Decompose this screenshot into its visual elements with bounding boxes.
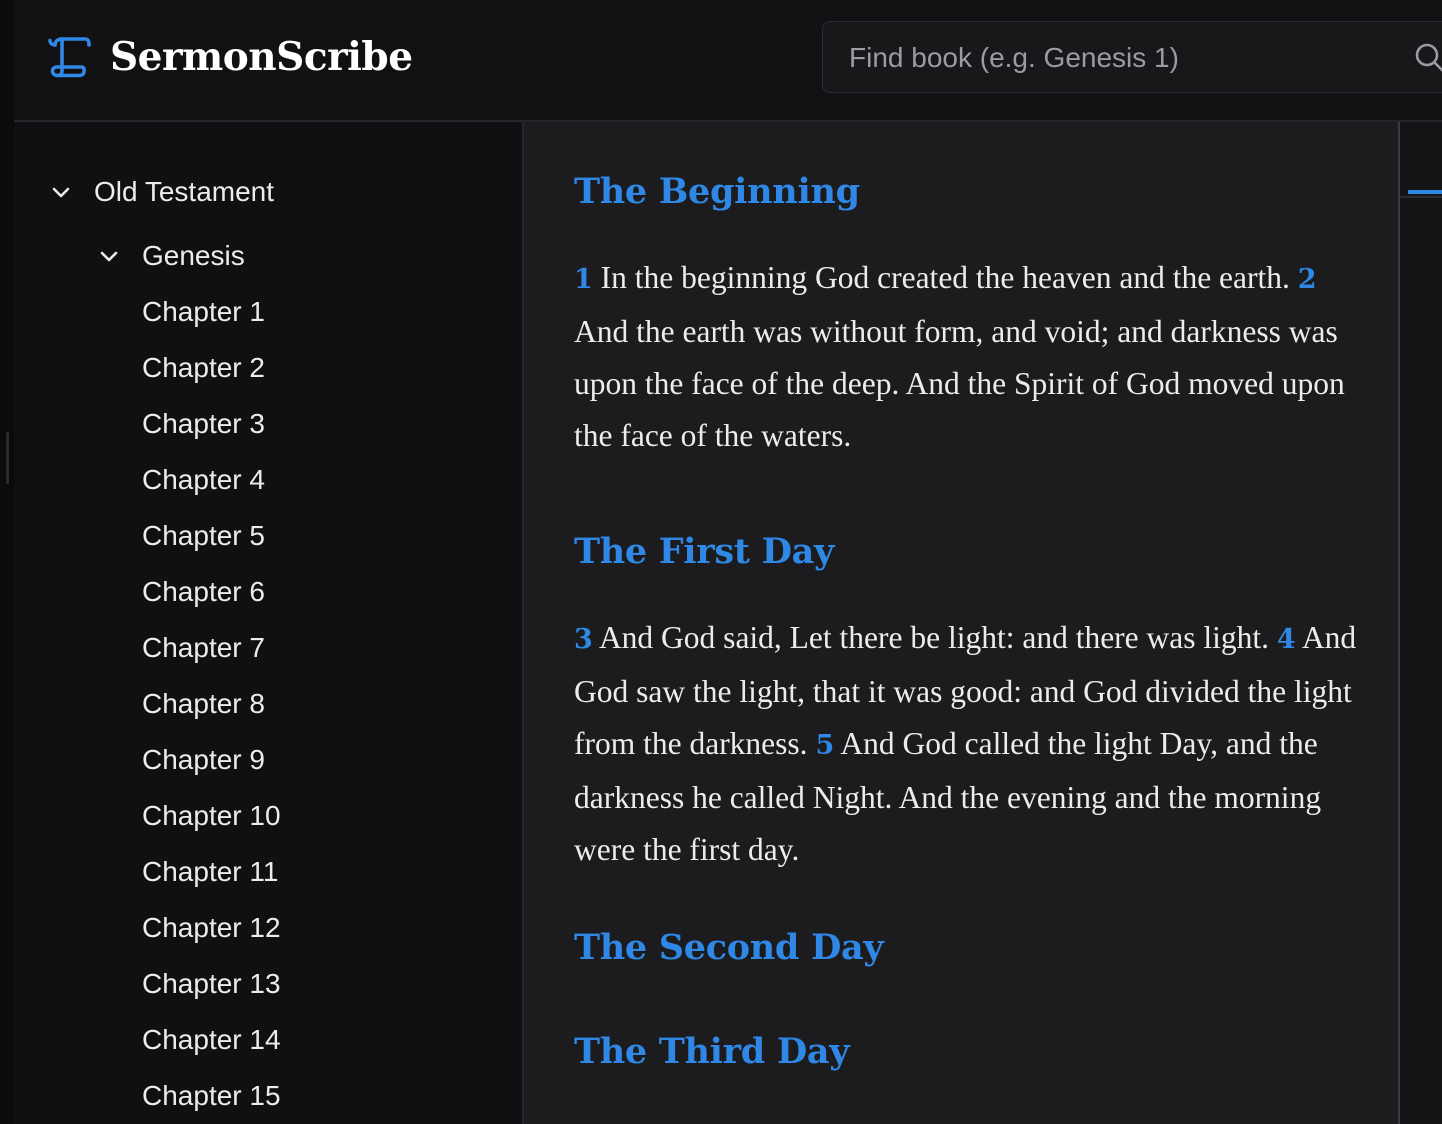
- verse-number[interactable]: 3: [574, 624, 593, 655]
- right-panel: [1398, 122, 1442, 1124]
- chapter-label: Chapter 12: [142, 912, 281, 943]
- chapter-label: Chapter 15: [142, 1080, 281, 1111]
- chapter-label: Chapter 1: [142, 296, 265, 327]
- chapter-label: Chapter 5: [142, 520, 265, 551]
- search-icon[interactable]: [1413, 41, 1442, 75]
- app-header: SermonScribe: [14, 0, 1442, 122]
- book-search[interactable]: [822, 21, 1442, 93]
- chapter-label: Chapter 11: [142, 856, 279, 887]
- app-name: SermonScribe: [110, 34, 413, 80]
- passage: 3 And God said, Let there be light: and …: [574, 612, 1364, 876]
- verse-number[interactable]: 1: [574, 264, 593, 295]
- scroll-icon: [48, 37, 91, 78]
- chapter-label: Chapter 10: [142, 800, 281, 831]
- verse-text: And God said, Let there be light: and th…: [598, 620, 1270, 655]
- section-title: The First Day: [574, 531, 835, 572]
- verse-text: In the beginning God created the heaven …: [600, 260, 1290, 295]
- tree-label-genesis: Genesis: [142, 240, 245, 271]
- chapter-label: Chapter 3: [142, 408, 265, 439]
- chapter-label: Chapter 6: [142, 576, 265, 607]
- verse-number[interactable]: 5: [815, 730, 834, 761]
- search-input[interactable]: [847, 36, 1391, 80]
- collapsed-left-rail: [0, 0, 14, 1124]
- chapter-label: Chapter 13: [142, 968, 281, 999]
- verse-text: And the earth was without form, and void…: [574, 314, 1345, 453]
- verse-number[interactable]: 2: [1298, 264, 1317, 295]
- passage: 1 In the beginning God created the heave…: [574, 252, 1364, 462]
- verse-number[interactable]: 4: [1277, 624, 1296, 655]
- section-title: The Third Day: [574, 1031, 850, 1072]
- chevron-down-icon[interactable]: [96, 243, 122, 269]
- chapter-label: Chapter 8: [142, 688, 265, 719]
- section-title: The Second Day: [574, 927, 884, 968]
- scripture-reader: The Beginning 1 In the beginning God cre…: [524, 122, 1398, 1124]
- section-title: The Beginning: [574, 171, 860, 212]
- chapter-label: Chapter 7: [142, 632, 265, 663]
- chapter-label: Chapter 14: [142, 1024, 281, 1055]
- chapter-label: Chapter 2: [142, 352, 265, 383]
- tree-label-old-testament: Old Testament: [94, 176, 275, 207]
- resize-handle[interactable]: [6, 432, 9, 484]
- active-tab-indicator[interactable]: [1408, 190, 1442, 194]
- chapter-label: Chapter 9: [142, 744, 265, 775]
- chevron-down-icon[interactable]: [48, 179, 74, 205]
- book-tree-sidebar: Old Testament Genesis Chapter 1 Chapter 2…: [14, 122, 524, 1124]
- chapter-label: Chapter 4: [142, 464, 265, 495]
- divider: [1400, 196, 1442, 198]
